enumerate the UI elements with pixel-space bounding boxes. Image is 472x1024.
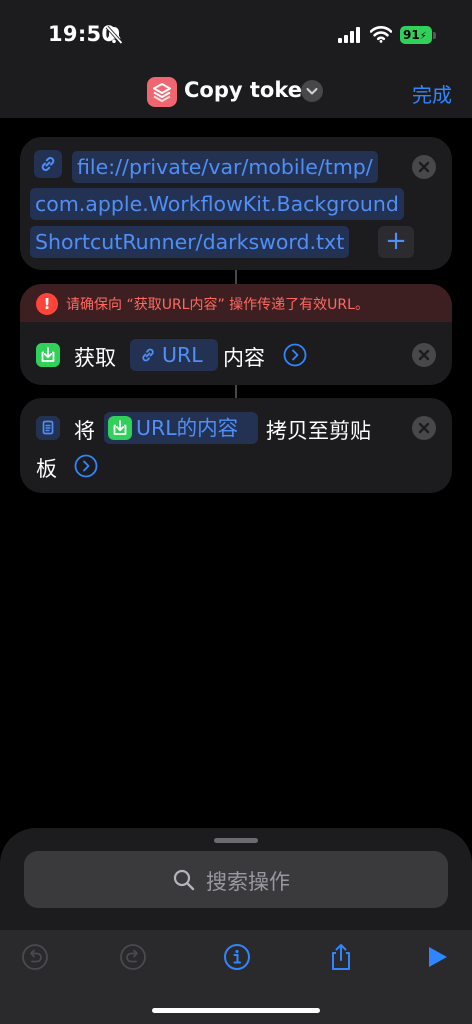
cellular-signal-icon (338, 27, 360, 43)
url-text-line-2[interactable]: com.apple.WorkflowKit.Background (30, 188, 404, 220)
undo-icon[interactable] (21, 942, 49, 972)
wifi-icon (370, 26, 392, 43)
get-contents-action-card[interactable]: ! 请确保向 “获取URL内容” 操作传递了有效URL。 获取 URL 内容 (20, 284, 452, 385)
copy-clipboard-action-card[interactable]: 将 URL的内容 拷贝至剪贴 板 (20, 398, 452, 493)
battery-level: 91 (403, 28, 420, 42)
flow-connector (235, 385, 237, 398)
expand-chevron-icon[interactable] (283, 343, 307, 367)
warning-icon: ! (36, 293, 58, 315)
add-variable-button[interactable]: + (378, 226, 414, 258)
battery-charging-icon: 91⚡ (400, 26, 432, 44)
remove-action-button[interactable] (412, 343, 436, 367)
remove-action-button[interactable] (412, 416, 436, 440)
play-icon[interactable] (423, 942, 451, 972)
url-variable-label: URL (162, 343, 203, 367)
download-icon (108, 416, 132, 440)
shortcuts-app-icon[interactable] (147, 77, 177, 107)
action-suffix-line2: 板 (36, 457, 57, 481)
url-text-line-1[interactable]: file://private/var/mobile/tmp/ (72, 151, 378, 183)
search-icon (173, 869, 195, 891)
info-icon[interactable] (223, 942, 251, 972)
clipboard-icon (36, 416, 60, 440)
nav-bar: Copy token 完成 (0, 70, 472, 118)
link-icon (142, 348, 154, 362)
chevron-down-icon[interactable] (301, 80, 323, 102)
download-icon (36, 343, 60, 367)
status-bar: 19:50 91⚡ (0, 0, 472, 70)
expand-chevron-icon[interactable] (74, 454, 98, 478)
action-suffix-line1: 拷贝至剪贴 (266, 419, 371, 443)
warning-banner: ! 请确保向 “获取URL内容” 操作传递了有效URL。 (20, 284, 452, 322)
battery-cap (433, 32, 436, 39)
remove-action-button[interactable] (412, 155, 436, 179)
done-button[interactable]: 完成 (412, 79, 452, 108)
bell-slash-icon (105, 25, 123, 45)
sheet-grabber[interactable] (214, 838, 258, 843)
plus-icon: + (385, 226, 407, 256)
link-icon (34, 150, 62, 178)
shortcut-title[interactable]: Copy token (184, 78, 317, 102)
url-variable-chip[interactable]: URL (130, 339, 218, 371)
actions-bottom-sheet: 搜索操作 (0, 828, 472, 1024)
redo-icon[interactable] (119, 942, 147, 972)
action-verb: 将 (74, 419, 95, 443)
share-icon[interactable] (327, 942, 355, 972)
url-contents-label: URL的内容 (136, 416, 239, 440)
warning-text: 请确保向 “获取URL内容” 操作传递了有效URL。 (66, 297, 369, 313)
url-contents-variable-chip[interactable]: URL的内容 (104, 412, 258, 444)
url-text-line-3[interactable]: ShortcutRunner/darksword.txt (30, 226, 350, 258)
url-action-card[interactable]: file://private/var/mobile/tmp/ com.apple… (20, 137, 452, 270)
search-actions-input[interactable]: 搜索操作 (24, 851, 448, 908)
search-placeholder: 搜索操作 (206, 870, 290, 894)
action-suffix: 内容 (223, 346, 265, 370)
flow-connector (235, 270, 237, 284)
action-verb: 获取 (74, 346, 116, 370)
home-indicator (152, 1008, 320, 1013)
